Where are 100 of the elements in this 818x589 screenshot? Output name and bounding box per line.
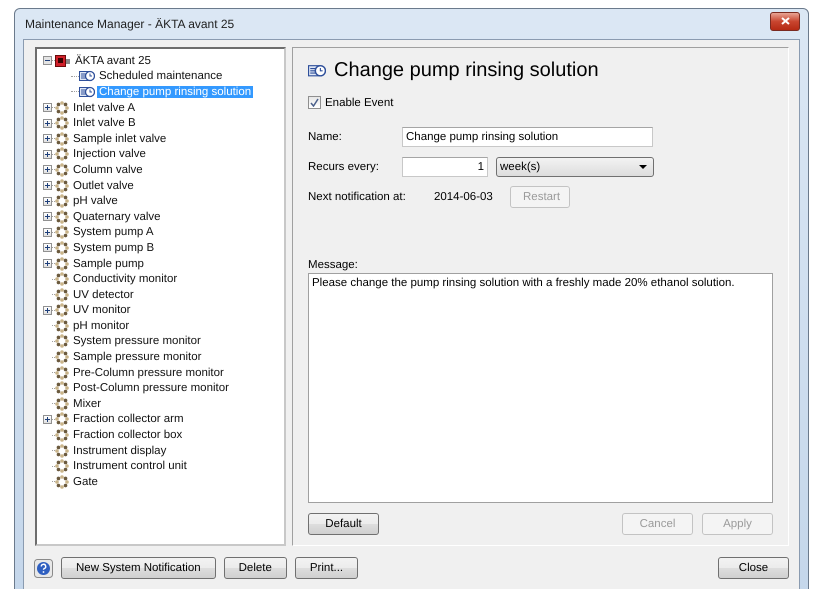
instrument-icon bbox=[55, 54, 71, 67]
tree-item[interactable]: Fraction collector box bbox=[71, 429, 184, 442]
plus-icon bbox=[44, 150, 51, 158]
expand-toggle[interactable] bbox=[43, 228, 52, 237]
component-icon bbox=[55, 459, 69, 474]
component-icon bbox=[55, 350, 69, 364]
plus-icon bbox=[44, 260, 51, 268]
next-label: Next notification at: bbox=[308, 191, 407, 203]
expand-toggle[interactable] bbox=[43, 212, 52, 222]
component-icon bbox=[55, 412, 69, 426]
recurs-label: Recurs every: bbox=[308, 161, 380, 173]
component-icon bbox=[55, 116, 69, 130]
plus-icon bbox=[44, 120, 51, 127]
tree-item[interactable]: Inlet valve B bbox=[71, 117, 138, 130]
component-icon bbox=[55, 132, 69, 146]
unit-dropdown[interactable]: week(s) bbox=[496, 157, 654, 177]
close-button[interactable] bbox=[770, 12, 800, 30]
expand-toggle[interactable] bbox=[43, 165, 52, 174]
plus-icon bbox=[44, 166, 51, 174]
tree-item[interactable]: pH monitor bbox=[71, 320, 132, 332]
calendar-clock-icon bbox=[79, 86, 95, 98]
plus-icon bbox=[44, 306, 51, 314]
plus-icon bbox=[44, 104, 51, 112]
next-date: 2014-06-03 bbox=[434, 191, 494, 203]
caret-icon bbox=[639, 165, 647, 169]
tree-item[interactable]: Injection valve bbox=[71, 148, 148, 160]
component-icon bbox=[55, 240, 69, 255]
tree-item[interactable]: Instrument control unit bbox=[71, 460, 189, 472]
tree-item[interactable]: System pump B bbox=[71, 242, 156, 254]
enable-label: Enable Event bbox=[325, 96, 394, 108]
help-icon[interactable] bbox=[34, 558, 53, 578]
tree-item[interactable]: Quaternary valve bbox=[71, 210, 163, 223]
component-icon bbox=[55, 178, 69, 193]
tree-item[interactable]: Instrument display bbox=[71, 444, 168, 457]
footer-button[interactable]: Print... bbox=[294, 557, 358, 579]
window-title: Maintenance Manager - ÄKTA avant 25 bbox=[24, 17, 234, 31]
tree-item[interactable]: UV monitor bbox=[71, 304, 133, 316]
calendar-clock-icon bbox=[308, 64, 326, 78]
name-field[interactable]: Change pump rinsing solution bbox=[402, 127, 653, 147]
component-icon bbox=[55, 147, 69, 162]
expand-toggle[interactable] bbox=[43, 243, 52, 252]
tree-item[interactable]: Column valve bbox=[71, 164, 145, 176]
footer-button[interactable]: Delete bbox=[224, 557, 287, 579]
tree-item[interactable]: Post-Column pressure monitor bbox=[71, 382, 231, 394]
tree-item[interactable]: Sample pressure monitor bbox=[71, 351, 204, 364]
component-icon bbox=[55, 318, 69, 333]
expand-toggle[interactable] bbox=[43, 414, 52, 424]
tree-item[interactable]: Outlet valve bbox=[71, 180, 136, 192]
expand-toggle[interactable] bbox=[43, 306, 52, 315]
calendar-clock-icon bbox=[79, 70, 95, 82]
component-icon bbox=[55, 474, 69, 489]
component-icon bbox=[55, 194, 69, 208]
action-button[interactable]: Default bbox=[308, 513, 379, 535]
plus-icon bbox=[44, 416, 51, 423]
tree-item[interactable]: Inlet valve A bbox=[71, 102, 138, 114]
footer-button[interactable]: Close bbox=[718, 557, 789, 579]
footer-button[interactable]: New System Notification bbox=[61, 557, 216, 579]
tree-item[interactable]: Pre-Column pressure monitor bbox=[71, 366, 226, 379]
expand-toggle[interactable] bbox=[43, 134, 52, 144]
expand-toggle[interactable] bbox=[43, 259, 52, 268]
tree-item[interactable]: Sample pump bbox=[71, 258, 146, 270]
component-icon bbox=[55, 381, 69, 396]
component-icon bbox=[55, 366, 69, 380]
component-icon bbox=[55, 100, 69, 115]
collapse-toggle[interactable] bbox=[43, 56, 52, 66]
component-icon bbox=[55, 428, 69, 442]
enable-checkbox[interactable] bbox=[308, 96, 321, 109]
tree-item[interactable]: ÄKTA avant 25 bbox=[73, 54, 153, 67]
expand-toggle[interactable] bbox=[43, 181, 52, 190]
tree-item[interactable]: System pump A bbox=[71, 226, 156, 238]
plus-icon bbox=[44, 213, 51, 220]
component-icon bbox=[55, 162, 69, 177]
component-icon bbox=[55, 303, 69, 318]
component-icon bbox=[55, 225, 69, 240]
message-field[interactable]: Please change the pump rinsing solution with a freshly made 20% ethanol solution. bbox=[308, 273, 773, 503]
tree-item[interactable]: pH valve bbox=[71, 195, 120, 208]
tree-item[interactable]: Sample inlet valve bbox=[71, 132, 168, 145]
expand-toggle[interactable] bbox=[43, 150, 52, 159]
tree-item[interactable]: Conductivity monitor bbox=[71, 273, 180, 286]
plus-icon bbox=[44, 198, 51, 205]
name-label: Name: bbox=[308, 131, 343, 143]
component-icon bbox=[55, 210, 69, 224]
component-icon bbox=[55, 272, 69, 286]
tree-item[interactable]: UV detector bbox=[71, 288, 136, 301]
tree-item[interactable]: Gate bbox=[71, 476, 100, 488]
plus-icon bbox=[44, 135, 51, 142]
expand-toggle[interactable] bbox=[43, 196, 52, 206]
tree-item[interactable]: Mixer bbox=[71, 398, 104, 410]
plus-icon bbox=[44, 244, 51, 252]
tree-item[interactable]: Scheduled maintenance bbox=[97, 70, 224, 82]
tree-item[interactable]: Fraction collector arm bbox=[71, 413, 186, 426]
tree-item[interactable]: System pressure monitor bbox=[71, 335, 203, 348]
message-label: Message: bbox=[308, 259, 359, 271]
expand-toggle[interactable] bbox=[43, 103, 52, 112]
event-heading: Change pump rinsing solution bbox=[334, 59, 599, 82]
component-icon bbox=[55, 288, 69, 302]
recurs-field[interactable]: 1 bbox=[402, 157, 488, 177]
component-icon bbox=[55, 256, 69, 271]
expand-toggle[interactable] bbox=[43, 118, 52, 128]
plus-icon bbox=[44, 228, 51, 236]
